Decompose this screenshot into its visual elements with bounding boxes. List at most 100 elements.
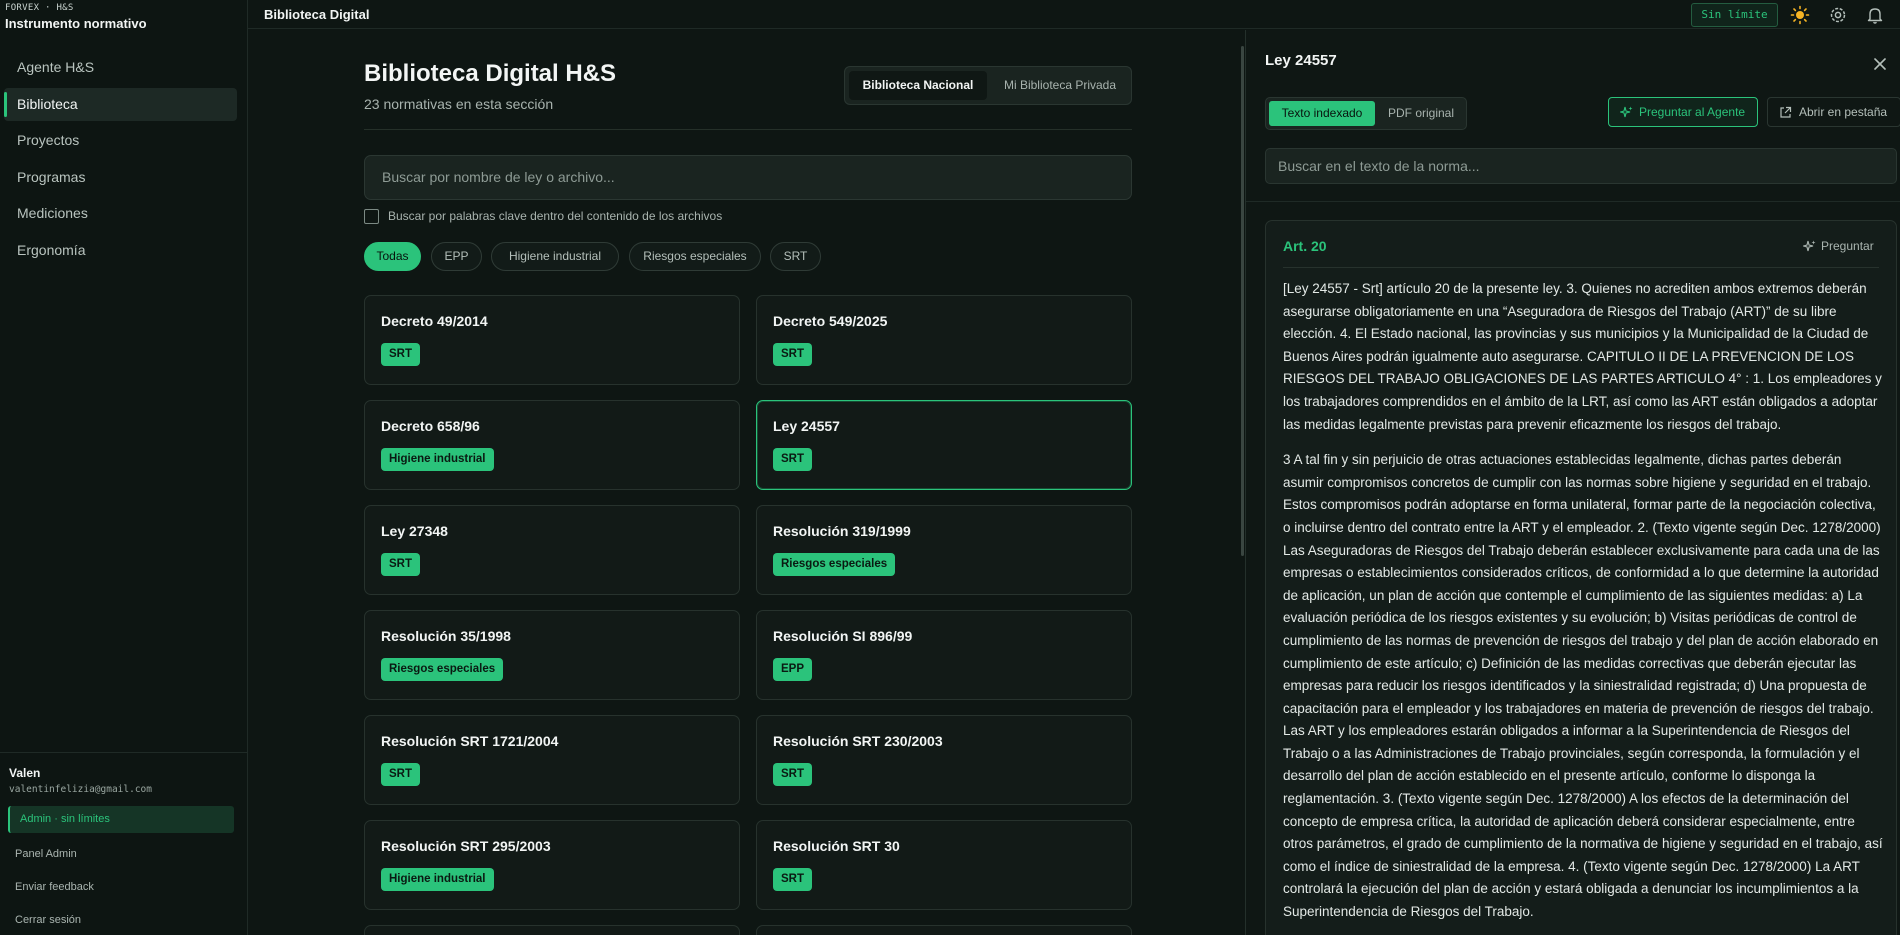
- view-toggle: Texto indexado PDF original: [1265, 97, 1467, 130]
- norm-card[interactable]: Resolución SI 896/99 EPP: [756, 610, 1132, 700]
- article-separator: [1283, 267, 1879, 268]
- library-main: Biblioteca Digital H&S 23 normativas en …: [248, 30, 1244, 935]
- nav-item-biblioteca[interactable]: Biblioteca: [4, 87, 237, 121]
- category-tag: SRT: [381, 343, 420, 366]
- page-subtitle: 23 normativas en esta sección: [364, 96, 554, 112]
- article-text: [Ley 24557 - Srt] artículo 20 de la pres…: [1283, 278, 1883, 935]
- keyword-search-label: Buscar por palabras clave dentro del con…: [388, 209, 723, 223]
- brand-name: FORVEX · H&S: [5, 3, 74, 13]
- card-title: Ley 24557: [773, 418, 840, 434]
- category-tag: Riesgos especiales: [381, 658, 504, 681]
- tab-texto-indexado[interactable]: Texto indexado: [1269, 101, 1375, 126]
- filter-srt[interactable]: SRT: [770, 242, 821, 271]
- category-tag: EPP: [773, 658, 813, 681]
- norm-card-selected[interactable]: Ley 24557 SRT: [756, 400, 1132, 490]
- article-ask-label: Preguntar: [1821, 239, 1874, 253]
- norm-card[interactable]: Resolución 35/1998 Riesgos especiales: [364, 610, 740, 700]
- admin-badge[interactable]: Admin · sin límites: [8, 806, 234, 833]
- norm-card-partial[interactable]: [364, 925, 740, 935]
- category-tag: SRT: [773, 868, 812, 891]
- filter-todas[interactable]: Todas: [364, 242, 421, 271]
- nav-item-agente[interactable]: Agente H&S: [4, 51, 237, 84]
- open-in-tab-button[interactable]: Abrir en pestaña: [1767, 97, 1900, 127]
- category-tag: SRT: [773, 763, 812, 786]
- sun-icon[interactable]: [1790, 5, 1810, 25]
- category-tag: SRT: [773, 343, 812, 366]
- user-email: valentinfelizia@gmail.com: [9, 784, 152, 795]
- card-title: Decreto 49/2014: [381, 313, 488, 329]
- category-tag: Riesgos especiales: [773, 553, 896, 576]
- library-search-input[interactable]: Buscar por nombre de ley o archivo...: [364, 155, 1132, 200]
- category-tag: SRT: [381, 553, 420, 576]
- main-scrollbar[interactable]: [1241, 46, 1244, 556]
- card-title: Resolución 319/1999: [773, 523, 911, 539]
- user-name: Valen: [9, 766, 41, 780]
- keyword-search-checkbox[interactable]: [364, 209, 379, 224]
- nav-item-ergonomia[interactable]: Ergonomía: [4, 234, 237, 267]
- card-title: Resolución SRT 30: [773, 838, 900, 854]
- bell-icon[interactable]: [1865, 5, 1885, 25]
- nav-item-proyectos[interactable]: Proyectos: [4, 124, 237, 157]
- card-title: Resolución SRT 1721/2004: [381, 733, 559, 749]
- gear-icon[interactable]: [1828, 5, 1848, 25]
- norm-card-partial[interactable]: [756, 925, 1132, 935]
- open-in-tab-label: Abrir en pestaña: [1799, 105, 1888, 119]
- feedback-link[interactable]: Enviar feedback: [8, 871, 239, 904]
- article-ask-button[interactable]: Preguntar: [1803, 239, 1874, 253]
- plan-badge[interactable]: Sin límite: [1691, 3, 1778, 27]
- norm-card[interactable]: Resolución SRT 295/2003 Higiene industri…: [364, 820, 740, 910]
- norm-card[interactable]: Decreto 549/2025 SRT: [756, 295, 1132, 385]
- article-paragraph: [Ley 24557 - Srt] artículo 20 de la pres…: [1283, 281, 1882, 432]
- library-toggle: Biblioteca Nacional Mi Biblioteca Privad…: [844, 66, 1132, 105]
- user-section: Valen valentinfelizia@gmail.com Admin · …: [0, 752, 247, 935]
- app-title: Instrumento normativo: [5, 16, 147, 31]
- filter-epp[interactable]: EPP: [431, 242, 482, 271]
- sidebar: FORVEX · H&S Instrumento normativo Agent…: [0, 0, 248, 935]
- norm-card[interactable]: Resolución SRT 230/2003 SRT: [756, 715, 1132, 805]
- norm-card[interactable]: Resolución SRT 1721/2004 SRT: [364, 715, 740, 805]
- category-tag: Higiene industrial: [381, 868, 494, 891]
- card-title: Decreto 658/96: [381, 418, 480, 434]
- page-title: Biblioteca Digital H&S: [364, 60, 617, 87]
- tab-biblioteca-nacional[interactable]: Biblioteca Nacional: [849, 71, 987, 100]
- panel-admin-link[interactable]: Panel Admin: [8, 838, 239, 871]
- filter-riesgos-especiales[interactable]: Riesgos especiales: [629, 242, 761, 271]
- norm-card[interactable]: Decreto 658/96 Higiene industrial: [364, 400, 740, 490]
- tab-mi-biblioteca-privada[interactable]: Mi Biblioteca Privada: [991, 71, 1129, 100]
- logout-link[interactable]: Cerrar sesión: [8, 904, 239, 935]
- norm-card[interactable]: Ley 27348 SRT: [364, 505, 740, 595]
- nav-item-programas[interactable]: Programas: [4, 161, 237, 194]
- sparkle-icon: [1803, 240, 1816, 253]
- article-card: Art. 20 Preguntar [Ley 24557 - Srt] artí…: [1265, 220, 1897, 935]
- card-title: Resolución SRT 230/2003: [773, 733, 943, 749]
- ask-agent-button[interactable]: Preguntar al Agente: [1608, 97, 1758, 127]
- card-title: Resolución 35/1998: [381, 628, 511, 644]
- divider: [364, 129, 1132, 130]
- card-title: Ley 27348: [381, 523, 448, 539]
- panel-divider: [1246, 201, 1900, 202]
- card-title: Resolución SRT 295/2003: [381, 838, 551, 854]
- article-header: Art. 20: [1283, 238, 1327, 254]
- filter-higiene-industrial[interactable]: Higiene industrial: [491, 242, 619, 271]
- topbar-title: Biblioteca Digital: [264, 7, 370, 22]
- card-title: Decreto 549/2025: [773, 313, 888, 329]
- external-link-icon: [1779, 106, 1792, 119]
- norm-card[interactable]: Resolución SRT 30 SRT: [756, 820, 1132, 910]
- category-tag: SRT: [381, 763, 420, 786]
- article-paragraph: 3 A tal fin y sin perjuicio de otras act…: [1283, 452, 1883, 920]
- norm-card[interactable]: Decreto 49/2014 SRT: [364, 295, 740, 385]
- panel-title: Ley 24557: [1265, 52, 1337, 69]
- ask-agent-label: Preguntar al Agente: [1639, 105, 1746, 119]
- tab-pdf-original[interactable]: PDF original: [1378, 101, 1464, 126]
- card-title: Resolución SI 896/99: [773, 628, 913, 644]
- main-nav: Agente H&S Biblioteca Proyectos Programa…: [4, 51, 237, 270]
- norm-text-search-input[interactable]: Buscar en el texto de la norma...: [1265, 148, 1897, 184]
- norm-card[interactable]: Resolución 319/1999 Riesgos especiales: [756, 505, 1132, 595]
- close-icon[interactable]: [1874, 58, 1886, 70]
- category-tag: SRT: [773, 448, 812, 471]
- brand: FORVEX · H&S Instrumento normativo: [0, 0, 247, 31]
- sparkle-icon: [1620, 106, 1633, 119]
- norm-detail-panel: Ley 24557 Texto indexado PDF original Pr…: [1245, 30, 1900, 935]
- category-tag: Higiene industrial: [381, 448, 494, 471]
- nav-item-mediciones[interactable]: Mediciones: [4, 197, 237, 230]
